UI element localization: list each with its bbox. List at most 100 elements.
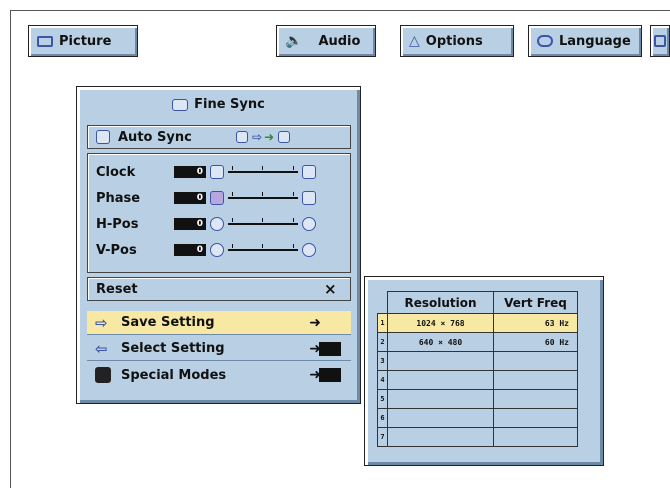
row-number: 7 [377, 427, 388, 447]
auto-sync-arrow-icon: ⇨ [252, 130, 263, 144]
fine-sync-icon [172, 98, 189, 111]
h-pos-slider[interactable] [228, 217, 298, 231]
table-row[interactable]: 5 [377, 389, 578, 409]
phase-slider[interactable] [228, 191, 298, 205]
phase-left-icon [210, 191, 224, 205]
resolution-header: Resolution [387, 291, 494, 314]
phase-row[interactable]: Phase 0 [96, 188, 346, 208]
select-setting-indicator [319, 341, 341, 356]
tab-audio[interactable]: 🔈 Audio [276, 25, 376, 57]
clock-label: Clock [96, 164, 136, 180]
table-row[interactable]: 2 640 × 480 60 Hz [377, 332, 578, 352]
h-pos-right-icon [302, 217, 316, 231]
table-row[interactable]: 7 [377, 427, 578, 447]
row-number: 1 [377, 313, 388, 333]
save-setting-label: Save Setting [121, 315, 215, 330]
reset-row[interactable]: Reset × [87, 277, 351, 301]
v-pos-row[interactable]: V-Pos 0 [96, 240, 346, 260]
auto-sync-arrow-icon-2: ➜ [264, 130, 275, 144]
resolution-cell [387, 427, 494, 447]
picture-icon [37, 35, 53, 47]
row-number: 2 [377, 332, 388, 352]
menu-title-label: Fine Sync [194, 97, 265, 112]
clock-right-icon [302, 165, 316, 179]
special-modes-indicator [319, 368, 341, 382]
resolution-cell [387, 389, 494, 409]
h-pos-label: H-Pos [96, 216, 139, 232]
auto-sync-label: Auto Sync [118, 129, 192, 145]
freq-cell [493, 408, 578, 428]
freq-cell [493, 427, 578, 447]
index-header [377, 291, 388, 314]
v-pos-label: V-Pos [96, 242, 137, 258]
save-setting-arrow-icon: ➜ [309, 314, 321, 331]
row-number: 5 [377, 389, 388, 409]
special-modes-icon [95, 367, 111, 383]
table-header-row: Resolution Vert Freq [377, 291, 578, 314]
h-pos-row[interactable]: H-Pos 0 [96, 214, 346, 234]
clock-row[interactable]: Clock 0 [96, 162, 346, 182]
special-modes-label: Special Modes [121, 367, 227, 383]
resolution-cell [387, 408, 494, 428]
freq-cell [493, 389, 578, 409]
tab-options[interactable]: △ Options [400, 25, 514, 57]
row-number: 3 [377, 351, 388, 371]
freq-cell: 60 Hz [493, 332, 578, 352]
partial-tab-icon [654, 35, 666, 47]
auto-sync-row[interactable]: Auto Sync ⇨ ➜ [87, 125, 351, 149]
auto-sync-icon [96, 130, 110, 144]
reset-x-icon: × [324, 280, 337, 298]
resolution-cell [387, 351, 494, 371]
table-row[interactable]: 6 [377, 408, 578, 428]
resolution-table: Resolution Vert Freq 1 1024 × 768 63 Hz … [377, 291, 578, 447]
clock-value: 0 [174, 166, 206, 178]
select-setting-icon: ⇦ [95, 339, 108, 358]
tab-partial[interactable] [650, 25, 670, 57]
table-row[interactable]: 4 [377, 370, 578, 390]
save-setting-icon: ⇨ [95, 313, 108, 332]
phase-right-icon [302, 191, 316, 205]
tab-picture[interactable]: Picture [28, 25, 138, 57]
menu-title: Fine Sync [77, 97, 360, 112]
reset-content: Reset × [96, 279, 346, 299]
special-modes-item[interactable]: Special Modes ➜ [87, 363, 351, 387]
resolution-cell: 640 × 480 [387, 332, 494, 352]
reset-label: Reset [96, 281, 138, 297]
table-row[interactable]: 1 1024 × 768 63 Hz [377, 313, 578, 333]
phase-value: 0 [174, 192, 206, 204]
clock-left-icon [210, 165, 224, 179]
h-pos-left-icon [210, 217, 224, 231]
auto-sync-on-icon [278, 131, 291, 143]
v-pos-left-icon [210, 243, 224, 257]
freq-cell [493, 370, 578, 390]
h-pos-value: 0 [174, 218, 206, 230]
options-icon: △ [409, 33, 420, 49]
tab-audio-label: Audio [318, 33, 361, 49]
clock-slider[interactable] [228, 165, 298, 179]
row-number: 4 [377, 370, 388, 390]
resolution-cell [387, 370, 494, 390]
tab-picture-label: Picture [59, 33, 112, 49]
speech-bubble-icon [537, 35, 553, 47]
row-number: 6 [377, 408, 388, 428]
phase-label: Phase [96, 190, 141, 206]
speaker-icon: 🔈 [285, 33, 303, 49]
resolution-panel: Resolution Vert Freq 1 1024 × 768 63 Hz … [364, 276, 604, 466]
save-setting-item[interactable]: ⇨ Save Setting ➜ [87, 311, 351, 335]
resolution-cell: 1024 × 768 [387, 313, 494, 333]
fine-sync-menu: Fine Sync Auto Sync ⇨ ➜ Clock 0 Phase 0 [76, 86, 361, 404]
tab-options-label: Options [425, 33, 483, 49]
freq-cell [493, 351, 578, 371]
tab-language[interactable]: Language [528, 25, 642, 57]
freq-cell: 63 Hz [493, 313, 578, 333]
v-pos-slider[interactable] [228, 243, 298, 257]
table-row[interactable]: 3 [377, 351, 578, 371]
v-pos-value: 0 [174, 244, 206, 256]
adjustment-box: Clock 0 Phase 0 H-Pos 0 V-Pos 0 [87, 153, 351, 273]
select-setting-item[interactable]: ⇦ Select Setting ➜ [87, 337, 351, 361]
v-pos-right-icon [302, 243, 316, 257]
auto-sync-content: Auto Sync ⇨ ➜ [96, 127, 346, 147]
tab-language-label: Language [559, 33, 631, 49]
vert-freq-header: Vert Freq [493, 291, 578, 314]
auto-sync-off-icon [236, 131, 248, 143]
